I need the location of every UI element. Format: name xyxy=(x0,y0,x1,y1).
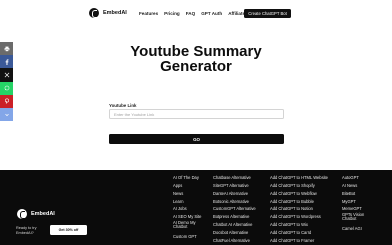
footer-link[interactable]: Add ChatGPT to Notion xyxy=(270,205,328,213)
embedai-logo-icon xyxy=(17,209,27,219)
footer-link[interactable]: GPTs Vision Chatbot xyxy=(342,213,370,225)
get-discount-button[interactable]: Get 30% off xyxy=(50,225,87,235)
footer-link[interactable]: ChatFuel Alternative xyxy=(213,237,256,245)
footer-link[interactable]: Docsbot Alternative xyxy=(213,229,256,237)
footer-col-integrations: Add ChatGPT to HTML Website Add ChatGPT … xyxy=(270,174,328,245)
footer-tagline: Ready to try EmbedAI? xyxy=(16,226,46,236)
youtube-link-label: Youtube Link xyxy=(109,103,137,108)
footer-link[interactable]: Chatbot AI Alternative xyxy=(213,221,256,229)
embedai-logo-icon xyxy=(89,8,99,18)
footer-link[interactable]: Add ChatGPT to Wordpress xyxy=(270,213,328,221)
go-button[interactable]: GO xyxy=(109,134,284,144)
footer-link[interactable]: SiteGPT Alternative xyxy=(213,182,256,190)
footer-link[interactable]: AI News xyxy=(342,182,370,190)
top-navbar: EmbedAI Features Pricing FAQ GPT Auth Af… xyxy=(0,0,392,27)
footer-link[interactable]: Chatbase Alternative xyxy=(213,174,256,182)
nav-link-features[interactable]: Features xyxy=(139,11,158,16)
footer-link[interactable]: AI Jobs xyxy=(173,205,203,213)
footer-brand-name: EmbedAI xyxy=(31,211,55,217)
footer-col-alternatives: Chatbase Alternative SiteGPT Alternative… xyxy=(213,174,256,245)
more-share-button[interactable] xyxy=(0,107,13,122)
page-title-line-2: Generator xyxy=(160,58,232,75)
footer-col-tools: AutoGPT AI News BiteBot MyGPT MemeGPT GP… xyxy=(342,174,370,233)
footer-link[interactable]: AI Of The Day xyxy=(173,174,203,182)
pinterest-share-button[interactable] xyxy=(0,94,13,108)
footer: EmbedAI Ready to try EmbedAI? Get 30% of… xyxy=(0,170,392,245)
whatsapp-share-button[interactable] xyxy=(0,81,13,95)
page-title: Youtube Summary Generator xyxy=(0,44,392,74)
footer-tagline-line-2: EmbedAI? xyxy=(16,231,34,235)
footer-link[interactable]: Botsonic Alternative xyxy=(213,198,256,206)
footer-link[interactable]: MyGPT xyxy=(342,198,370,206)
footer-link[interactable]: CustomGPT Alternative xyxy=(213,205,256,213)
brand-name: EmbedAI xyxy=(103,10,127,16)
nav-link-faq[interactable]: FAQ xyxy=(186,11,195,16)
footer-link[interactable]: AI Demo My Chatbot xyxy=(173,221,203,233)
footer-link[interactable]: Add ChatGPT to Wix xyxy=(270,221,328,229)
page-title-line-1: Youtube Summary xyxy=(130,43,262,60)
footer-col-resources: AI Of The Day Apps News Learn AI Jobs AI… xyxy=(173,174,203,241)
youtube-link-input[interactable] xyxy=(109,109,284,119)
footer-link[interactable]: Add ChatGPT to Shopify xyxy=(270,182,328,190)
brand-logo[interactable]: EmbedAI xyxy=(89,8,127,18)
nav-link-pricing[interactable]: Pricing xyxy=(164,11,180,16)
footer-link[interactable]: Add ChatGPT to HTML Website xyxy=(270,174,328,182)
footer-link[interactable]: Add ChatGPT to Webflow xyxy=(270,190,328,198)
footer-link[interactable]: Learn xyxy=(173,198,203,206)
footer-link[interactable]: Apps xyxy=(173,182,203,190)
footer-link[interactable]: Add ChatGPT to Bubble xyxy=(270,198,328,206)
nav-links: Features Pricing FAQ GPT Auth Affiliate xyxy=(139,11,251,16)
footer-link[interactable]: Add ChatGPT to Framer xyxy=(270,237,328,245)
footer-link[interactable]: BiteBot xyxy=(342,190,370,198)
nav-link-affiliate[interactable]: Affiliate xyxy=(228,11,245,16)
footer-link[interactable]: Camel AGI xyxy=(342,225,370,233)
more-icon xyxy=(4,113,9,116)
footer-brand-logo[interactable]: EmbedAI xyxy=(17,209,55,219)
whatsapp-icon xyxy=(4,85,9,91)
footer-link[interactable]: Custom GPT xyxy=(173,233,203,241)
footer-link[interactable]: AutoGPT xyxy=(342,174,370,182)
pinterest-icon xyxy=(4,98,9,105)
footer-link[interactable]: News xyxy=(173,190,203,198)
footer-link[interactable]: Botpress Alternative xyxy=(213,213,256,221)
footer-link[interactable]: Add ChatGPT to Carrd xyxy=(270,229,328,237)
nav-link-gpt-auth[interactable]: GPT Auth xyxy=(201,11,222,16)
create-chatgpt-bot-button[interactable]: Create ChatGPT Bot xyxy=(244,9,291,18)
footer-link[interactable]: DanteAI Alternative xyxy=(213,190,256,198)
